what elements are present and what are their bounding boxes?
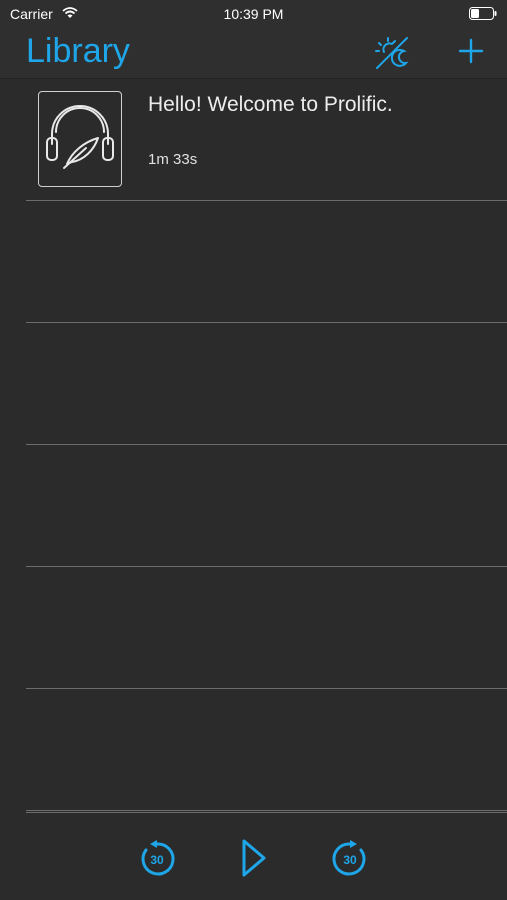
rewind-icon: 30	[141, 840, 175, 876]
item-title: Hello! Welcome to Prolific.	[148, 93, 393, 116]
skip-forward-30-button[interactable]: 30	[330, 839, 370, 884]
item-duration: 1m 33s	[148, 151, 198, 168]
play-icon	[242, 839, 266, 877]
skip-back-30-button[interactable]: 30	[137, 839, 177, 884]
headphones-feather-icon	[38, 91, 122, 187]
list-item	[26, 689, 507, 811]
play-button[interactable]	[240, 838, 268, 883]
status-time: 10:39 PM	[223, 6, 284, 22]
battery-icon	[469, 7, 497, 25]
skip-back-label: 30	[150, 853, 164, 867]
list-item	[26, 445, 507, 567]
library-list: Hello! Welcome to Prolific. 1m 33s	[0, 79, 507, 811]
list-item	[26, 323, 507, 445]
forward-icon: 30	[332, 840, 366, 876]
list-item	[26, 201, 507, 323]
skip-forward-label: 30	[343, 853, 357, 867]
divider	[26, 812, 507, 813]
status-bar: Carrier 10:39 PM	[0, 0, 507, 28]
player-controls: 30 30	[0, 812, 507, 900]
navigation-bar: Library	[0, 28, 507, 79]
list-item	[26, 567, 507, 689]
list-item[interactable]: Hello! Welcome to Prolific. 1m 33s	[26, 79, 507, 201]
page-title: Library	[26, 32, 130, 70]
sun-moon-icon[interactable]	[373, 36, 411, 77]
plus-icon[interactable]	[456, 36, 486, 71]
